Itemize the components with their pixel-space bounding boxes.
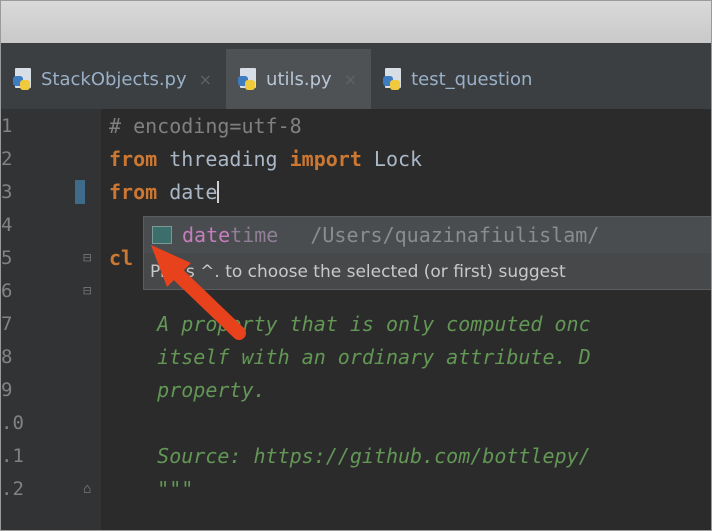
tab-utils[interactable]: utils.py × — [226, 49, 372, 109]
completion-hint: Press ^. to choose the selected (or firs… — [144, 255, 711, 289]
code-token: """ — [109, 477, 194, 501]
code-line[interactable]: 7 A property that is only computed onc — [1, 309, 711, 339]
code-text: cl — [109, 243, 133, 273]
code-text: A property that is only computed onc — [109, 309, 591, 339]
line-number: 6 — [1, 280, 13, 302]
line-number: 4 — [1, 214, 13, 236]
code-token: Lock — [361, 147, 423, 171]
code-editor[interactable]: 1 # encoding=utf-8 2 from threading import … — [1, 109, 711, 530]
line-number: .2 — [1, 478, 24, 500]
code-text: property. — [109, 375, 266, 405]
code-token: threading — [157, 147, 290, 171]
fold-icon[interactable]: ⊟ — [83, 243, 91, 273]
code-token: from — [109, 180, 158, 204]
code-text: Source: https://github.com/bottlepy/ — [109, 441, 591, 471]
code-text: """ — [109, 474, 193, 504]
line-number: 7 — [1, 313, 13, 335]
line-number: 5 — [1, 247, 13, 269]
code-token: # encoding=utf-8 — [109, 114, 302, 138]
code-line[interactable]: 9 property. — [1, 375, 711, 405]
code-text: from threading import Lock — [109, 144, 422, 174]
code-token: cl — [109, 246, 134, 270]
code-token: property. — [109, 378, 266, 402]
code-line[interactable]: 3 from date — [1, 177, 711, 207]
code-token: date — [157, 180, 218, 204]
line-number: 9 — [1, 379, 13, 401]
change-marker — [75, 180, 85, 204]
close-icon[interactable]: × — [344, 70, 357, 89]
python-file-icon — [13, 68, 33, 90]
code-line[interactable]: .1 Source: https://github.com/bottlepy/ — [1, 441, 711, 471]
line-number: 3 — [1, 181, 13, 203]
window-toolbar — [1, 1, 711, 44]
tab-test-question[interactable]: test_question — [371, 49, 546, 109]
tab-label: test_question — [411, 68, 533, 90]
completion-path: /Users/quazinafiulislam/ — [310, 223, 600, 247]
completion-rest-text: time — [230, 223, 279, 247]
code-token: A property that is only computed onc — [109, 312, 591, 336]
fold-icon[interactable]: ⊟ — [83, 276, 91, 306]
code-token: import — [289, 147, 362, 171]
code-token: itself with an ordinary attribute. D — [109, 345, 591, 369]
tab-stackobjects[interactable]: StackObjects.py × — [1, 49, 226, 109]
code-text: from date — [109, 177, 220, 207]
code-text: itself with an ordinary attribute. D — [109, 342, 591, 372]
text-caret — [217, 181, 220, 203]
code-line[interactable]: 2 from threading import Lock — [1, 144, 711, 174]
autocomplete-popup: date time /Users/quazinafiulislam/ Press … — [143, 216, 711, 290]
editor-tab-bar: StackObjects.py × utils.py × test_questi… — [1, 43, 711, 110]
line-number: .1 — [1, 445, 24, 467]
code-line[interactable]: .0 — [1, 408, 711, 438]
code-token: Source: https://github.com/bottlepy/ — [109, 444, 591, 468]
python-file-icon — [238, 68, 258, 90]
module-icon — [152, 226, 172, 244]
code-line[interactable]: .2 ⌂ """ — [1, 474, 711, 504]
code-token: from — [109, 147, 158, 171]
python-file-icon — [383, 68, 403, 90]
completion-item-datetime[interactable]: date time /Users/quazinafiulislam/ — [144, 217, 711, 253]
ide-window: StackObjects.py × utils.py × test_questi… — [0, 0, 712, 531]
line-number: 1 — [1, 115, 13, 137]
tab-label: utils.py — [266, 68, 332, 90]
line-number: 8 — [1, 346, 13, 368]
fold-end-icon[interactable]: ⌂ — [83, 474, 91, 504]
code-line[interactable]: 1 # encoding=utf-8 — [1, 111, 711, 141]
line-number: .0 — [1, 412, 24, 434]
completion-match-text: date — [182, 223, 231, 247]
code-line[interactable]: 8 itself with an ordinary attribute. D — [1, 342, 711, 372]
line-number: 2 — [1, 148, 13, 170]
close-icon[interactable]: × — [199, 70, 212, 89]
tab-label: StackObjects.py — [41, 68, 187, 90]
code-text: # encoding=utf-8 — [109, 111, 302, 141]
